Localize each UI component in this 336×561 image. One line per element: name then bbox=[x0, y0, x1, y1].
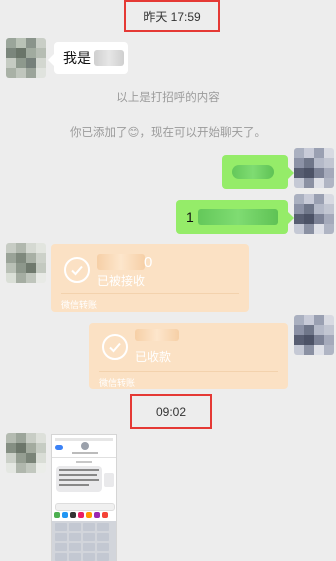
redacted-content bbox=[232, 165, 274, 179]
timestamp-today: 09:02 bbox=[130, 394, 212, 429]
my-avatar[interactable] bbox=[294, 315, 334, 355]
message-bubble-greeting[interactable]: 我是 bbox=[48, 42, 128, 74]
thumb-back-icon bbox=[55, 445, 63, 450]
card-divider bbox=[61, 293, 239, 294]
card-divider bbox=[99, 371, 278, 372]
thumb-header-line bbox=[72, 452, 98, 454]
my-avatar[interactable] bbox=[294, 148, 334, 188]
transfer-footer: 微信转账 bbox=[61, 300, 98, 310]
thumb-date-line bbox=[76, 461, 92, 463]
redacted-content bbox=[198, 209, 278, 225]
timestamp-yesterday: 昨天 17:59 bbox=[124, 0, 220, 32]
timestamp-text: 09:02 bbox=[155, 404, 187, 419]
redacted-amount bbox=[135, 329, 179, 341]
transfer-amount: 0 bbox=[144, 254, 153, 271]
message-text: 1 bbox=[186, 209, 194, 225]
transfer-card-received[interactable]: 0 已被接收 微信转账 bbox=[51, 244, 249, 312]
contact-avatar[interactable] bbox=[6, 433, 46, 473]
thumb-divider bbox=[52, 457, 116, 458]
timestamp-text: 昨天 17:59 bbox=[143, 9, 201, 24]
thumb-app-strip bbox=[54, 512, 116, 519]
own-message-redacted[interactable] bbox=[222, 155, 294, 189]
thumb-status-bar bbox=[55, 438, 113, 441]
message-text: 我是 bbox=[63, 50, 91, 66]
thumb-input-bar bbox=[55, 503, 115, 511]
thumb-sms-bubble bbox=[56, 466, 102, 492]
transfer-status: 已被接收 bbox=[97, 274, 146, 288]
contact-avatar[interactable] bbox=[6, 243, 46, 283]
transfer-card-collected[interactable]: 已收款 微信转账 bbox=[89, 323, 288, 389]
own-message-text[interactable]: 1 bbox=[176, 200, 294, 234]
redacted-amount bbox=[97, 254, 145, 270]
contact-avatar[interactable] bbox=[6, 38, 46, 78]
image-message-thumbnail[interactable] bbox=[51, 434, 117, 561]
check-icon bbox=[102, 334, 128, 360]
hello-content-notice: 以上是打招呼的内容 bbox=[116, 92, 220, 104]
redacted-name bbox=[94, 50, 124, 66]
friend-added-notice: 你已添加了😊，现在可以开始聊天了。 bbox=[70, 127, 266, 139]
my-avatar[interactable] bbox=[294, 194, 334, 234]
transfer-footer: 微信转账 bbox=[99, 378, 136, 388]
thumb-right-text bbox=[104, 473, 114, 487]
thumb-contact-icon bbox=[81, 442, 89, 450]
transfer-status: 已收款 bbox=[135, 350, 172, 364]
check-icon bbox=[64, 257, 90, 283]
thumb-keyboard bbox=[52, 521, 116, 561]
